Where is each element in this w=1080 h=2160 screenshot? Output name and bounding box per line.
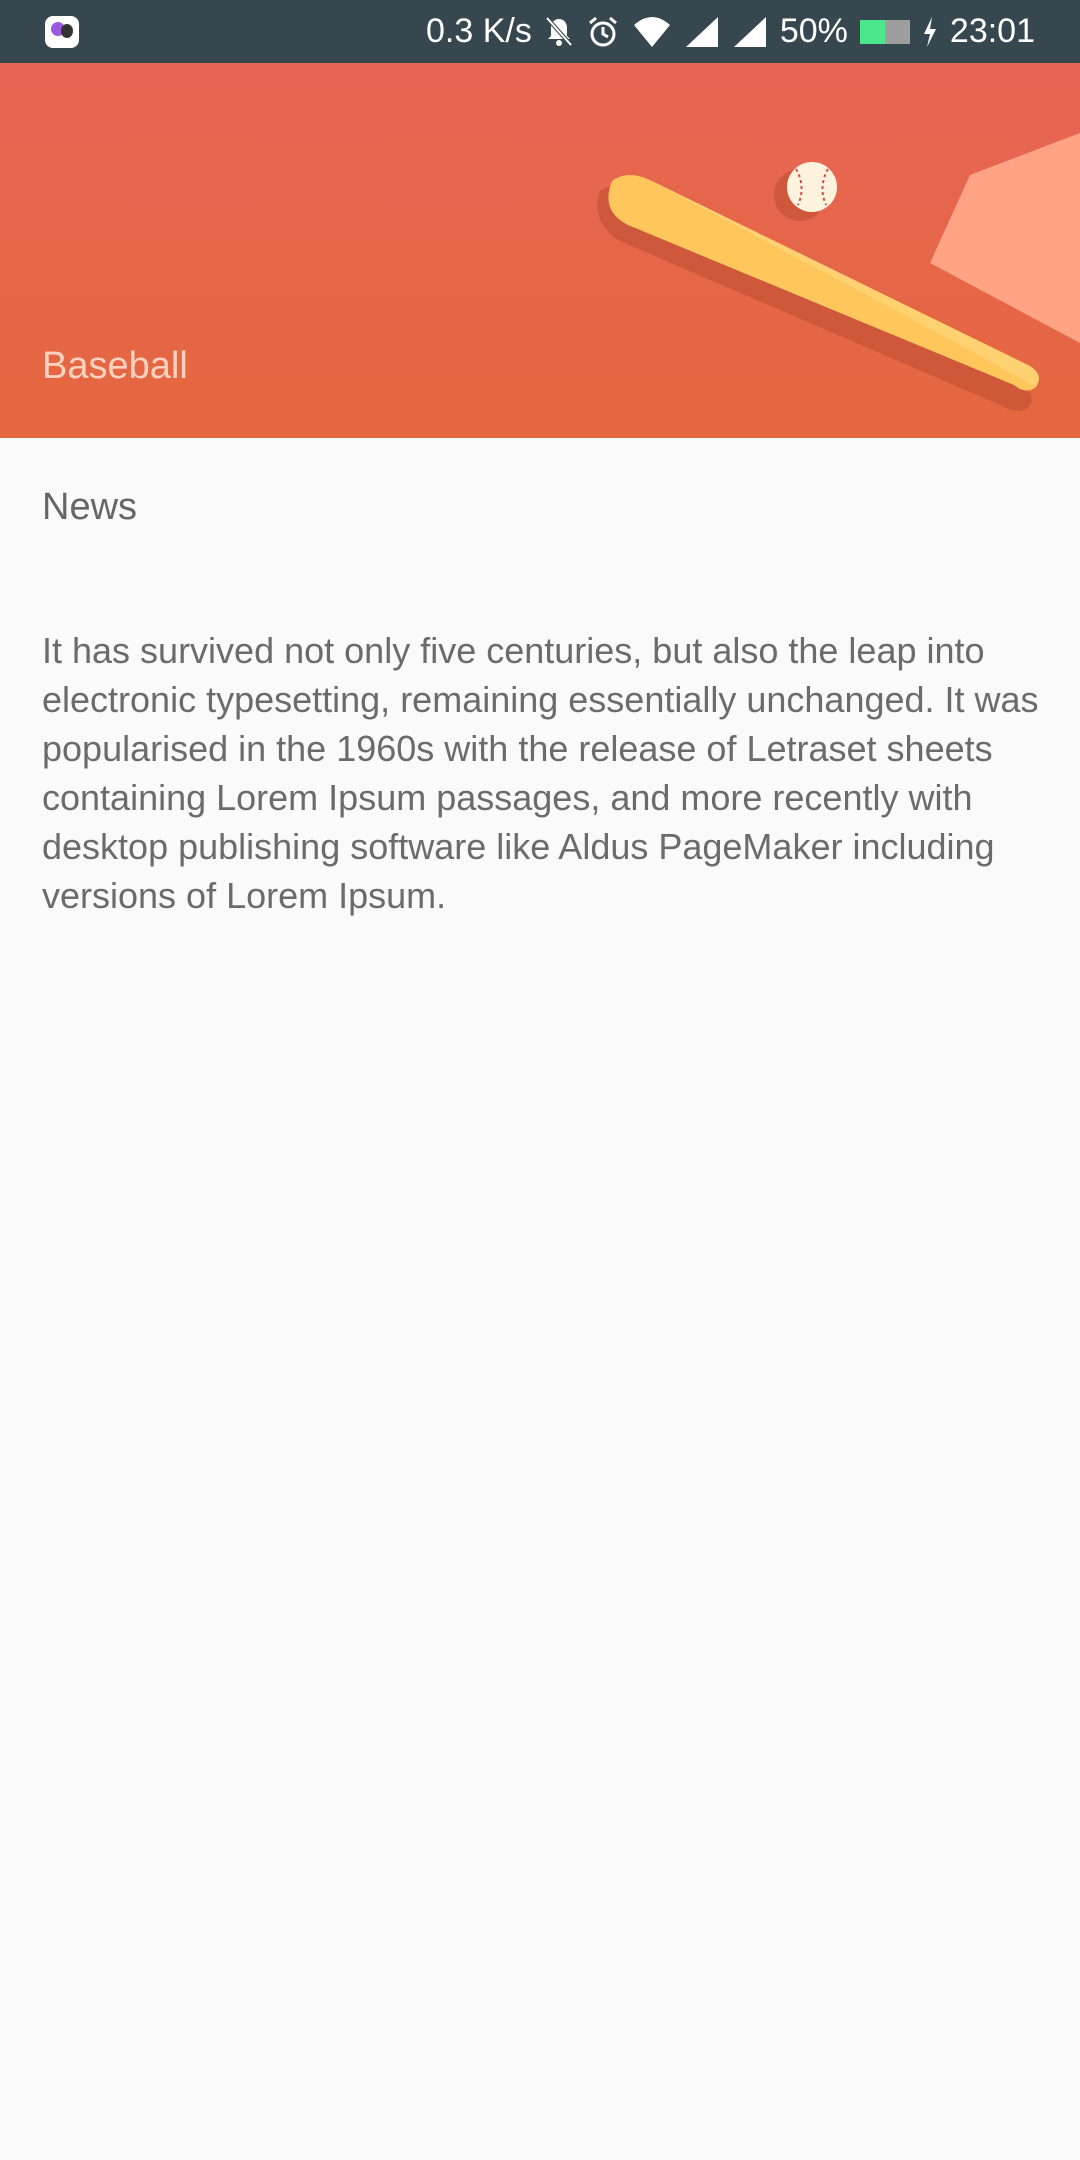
clock: 23:01 bbox=[949, 12, 1035, 50]
sport-title: Baseball bbox=[42, 345, 188, 387]
signal-icon bbox=[733, 16, 766, 47]
bell-off-icon bbox=[545, 16, 573, 46]
news-body-text: It has survived not only five centuries,… bbox=[42, 630, 1039, 916]
status-bar: 0.3 K/s 50% 23:01 bbox=[0, 0, 1080, 63]
signal-icon bbox=[685, 16, 718, 47]
battery-percent: 50% bbox=[779, 12, 848, 50]
header-banner: Baseball bbox=[0, 63, 1080, 438]
battery-level bbox=[859, 19, 885, 44]
network-speed: 0.3 K/s bbox=[426, 12, 532, 50]
status-icons: 0.3 K/s 50% 23:01 bbox=[426, 0, 1035, 63]
charging-icon bbox=[923, 16, 936, 47]
section-title: News bbox=[42, 486, 138, 528]
app-notification-icon bbox=[45, 16, 79, 48]
alarm-icon bbox=[588, 16, 617, 46]
wifi-icon bbox=[633, 16, 670, 47]
battery-icon bbox=[859, 19, 910, 44]
baseball-illustration bbox=[597, 133, 1080, 411]
